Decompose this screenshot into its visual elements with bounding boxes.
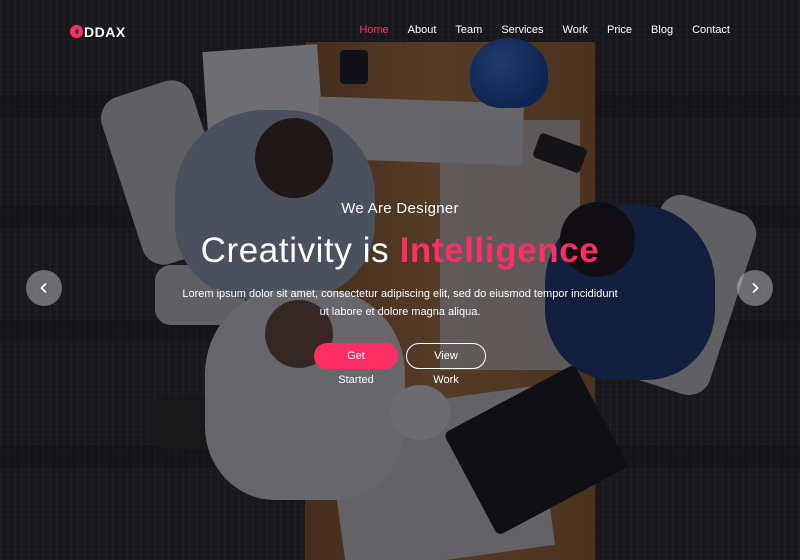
nav-blog[interactable]: Blog — [651, 22, 673, 38]
nav-services[interactable]: Services — [501, 22, 543, 38]
get-started-button[interactable]: Get Started — [314, 343, 398, 386]
nav-home[interactable]: Home — [359, 22, 388, 38]
hero-title-highlight: Intelligence — [399, 231, 600, 270]
logo-icon — [70, 24, 83, 38]
hero-content: We Are Designer Creativity is Intelligen… — [0, 200, 800, 386]
hero-title: Creativity is Intelligence — [0, 231, 800, 271]
main-nav: Home About Team Services Work Price Blog… — [359, 22, 730, 38]
hero-buttons: Get Started View Work — [0, 343, 800, 386]
nav-team[interactable]: Team — [455, 22, 482, 38]
nav-work[interactable]: Work — [563, 22, 588, 38]
hero-title-plain: Creativity is — [200, 231, 390, 270]
nav-price[interactable]: Price — [607, 22, 632, 38]
nav-contact[interactable]: Contact — [692, 22, 730, 38]
site-header: DDAX Home About Team Services Work Price… — [0, 0, 800, 62]
hero-description: Lorem ipsum dolor sit amet, consectetur … — [182, 288, 618, 318]
hero-subtitle: We Are Designer — [341, 200, 459, 217]
view-work-button[interactable]: View Work — [406, 343, 486, 386]
logo-text: DDAX — [84, 24, 126, 40]
nav-about[interactable]: About — [408, 22, 437, 38]
logo[interactable]: DDAX — [70, 24, 126, 40]
